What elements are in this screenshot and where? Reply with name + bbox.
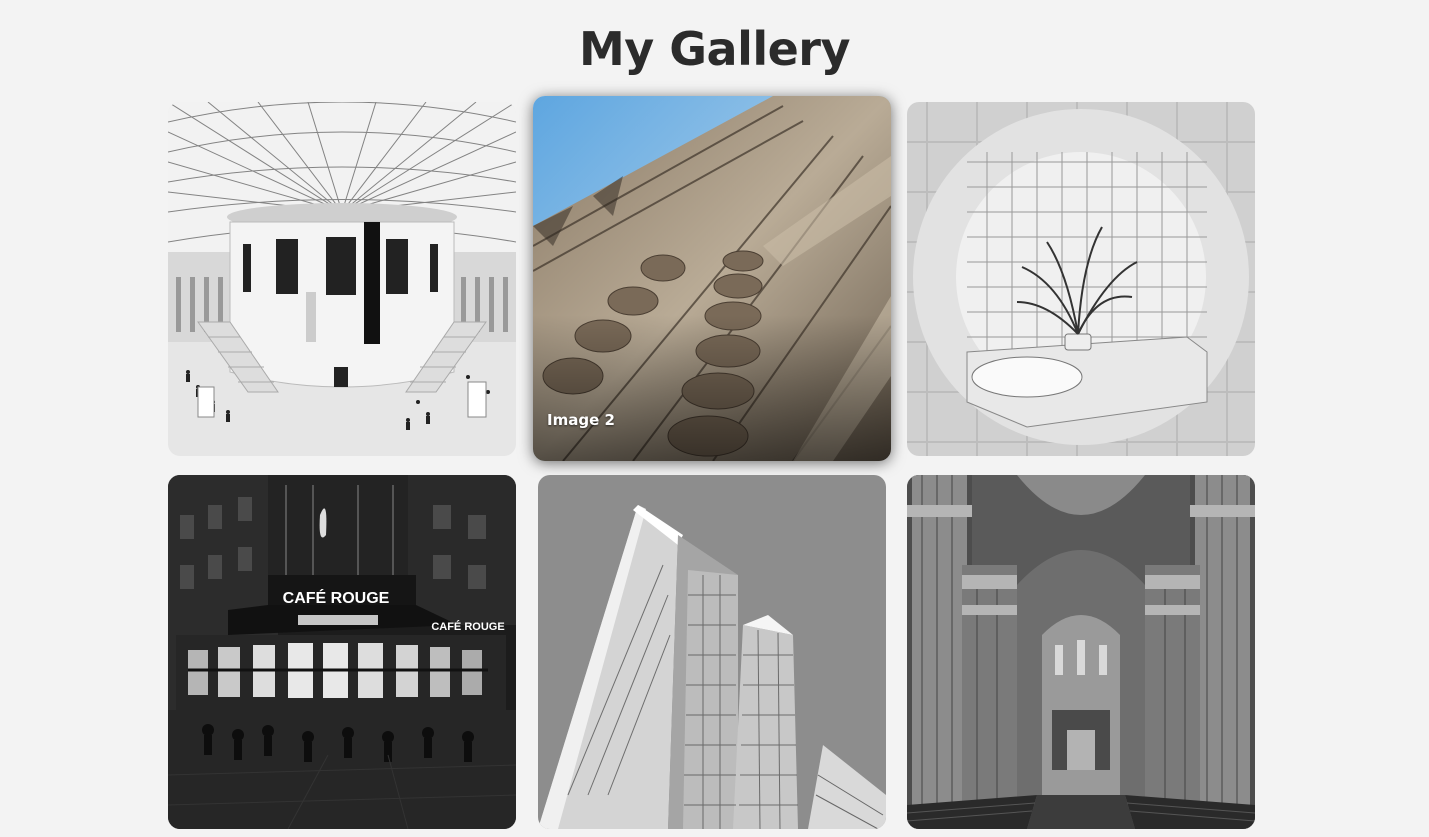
skyscraper-photo xyxy=(538,475,886,829)
gallery-image-1[interactable] xyxy=(168,102,516,456)
gallery-image-3[interactable] xyxy=(907,102,1255,456)
cathedral-photo xyxy=(907,475,1255,829)
facade-photo xyxy=(533,96,891,461)
gallery-image-6[interactable] xyxy=(907,475,1255,829)
cafe-sign-side: CAFÉ ROUGE xyxy=(431,620,504,633)
cafe-photo: CAFÉ ROUGE CAFÉ ROUGE xyxy=(168,475,516,829)
page-title: My Gallery xyxy=(579,22,850,76)
image-caption: Image 2 xyxy=(547,411,615,429)
atrium-photo xyxy=(168,102,516,456)
cafe-sign-main: CAFÉ ROUGE xyxy=(283,588,390,607)
tiled-room-photo xyxy=(907,102,1255,456)
gallery-image-4[interactable]: CAFÉ ROUGE CAFÉ ROUGE xyxy=(168,475,516,829)
gallery-image-2[interactable]: Image 2 xyxy=(533,96,891,461)
gallery-image-5[interactable] xyxy=(538,475,886,829)
